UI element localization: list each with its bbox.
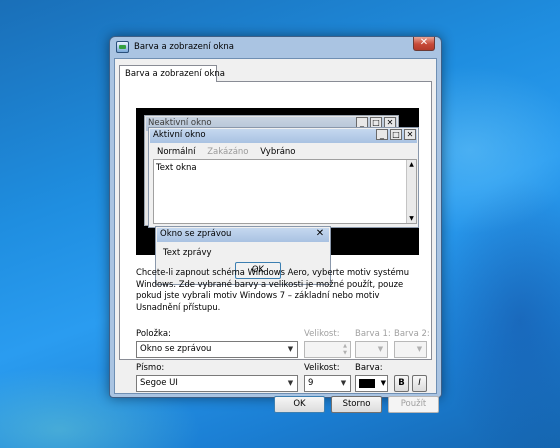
color-appearance-dialog: Barva a zobrazení okna ✕ Barva a zobraze… bbox=[109, 36, 442, 413]
font-select[interactable]: Segoe UI ▼ bbox=[136, 375, 298, 392]
font-size-value: 9 bbox=[308, 378, 314, 388]
item-color2-label: Barva 2: bbox=[394, 329, 430, 339]
font-color-swatch bbox=[359, 379, 375, 388]
item-select[interactable]: Okno se zprávou ▼ bbox=[136, 341, 298, 358]
menu-item-normal[interactable]: Normální bbox=[157, 147, 196, 157]
preview-scrollbar[interactable]: ▲ ▼ bbox=[406, 160, 416, 223]
item-color1-picker[interactable]: ▼ bbox=[355, 341, 388, 358]
font-size-select[interactable]: 9 ▼ bbox=[304, 375, 351, 392]
dialog-close-button[interactable]: ✕ bbox=[413, 37, 435, 51]
font-color-label: Barva: bbox=[355, 363, 383, 373]
tab-color-appearance[interactable]: Barva a zobrazení okna bbox=[119, 65, 225, 82]
chevron-down-icon: ▼ bbox=[340, 379, 347, 387]
preview-menubar: Normální Zakázáno Vybráno bbox=[157, 147, 305, 159]
dialog-titlebar[interactable]: Barva a zobrazení okna ✕ bbox=[110, 37, 441, 58]
menu-item-selected[interactable]: Vybráno bbox=[260, 147, 295, 157]
bold-button[interactable]: B bbox=[394, 375, 409, 392]
dialog-client-area: Barva a zobrazení okna Neaktivní okno _ … bbox=[114, 58, 439, 413]
chevron-down-icon: ▼ bbox=[287, 379, 294, 387]
font-size-label: Velikost: bbox=[304, 363, 340, 373]
item-color2-picker[interactable]: ▼ bbox=[394, 341, 427, 358]
spin-down-icon: ▼ bbox=[343, 350, 347, 356]
scroll-up-icon: ▲ bbox=[409, 161, 414, 168]
chevron-down-icon: ▼ bbox=[416, 345, 423, 353]
item-label: Položka: bbox=[136, 329, 171, 339]
item-select-value: Okno se zprávou bbox=[140, 344, 212, 354]
chevron-down-icon: ▼ bbox=[377, 345, 384, 353]
item-size-label: Velikost: bbox=[304, 329, 340, 339]
item-color1-label: Barva 1: bbox=[355, 329, 391, 339]
minimize-icon: _ bbox=[376, 129, 388, 140]
window-text-area[interactable]: Text okna ▲ ▼ bbox=[153, 159, 417, 224]
maximize-icon: □ bbox=[390, 129, 402, 140]
scroll-down-icon: ▼ bbox=[409, 215, 414, 222]
item-size-spinner[interactable]: ▲ ▼ bbox=[304, 341, 351, 358]
close-icon: ✕ bbox=[315, 228, 325, 239]
info-text: Chcete-li zapnout schéma Windows Aero, v… bbox=[136, 267, 410, 312]
font-label: Písmo: bbox=[136, 363, 165, 373]
window-text: Text okna bbox=[156, 163, 197, 173]
font-color-picker[interactable]: ▼ bbox=[355, 375, 388, 392]
close-icon: ✕ bbox=[404, 129, 416, 140]
menu-item-disabled[interactable]: Zakázáno bbox=[207, 147, 248, 157]
cancel-button[interactable]: Storno bbox=[331, 396, 382, 413]
chevron-down-icon: ▼ bbox=[287, 345, 294, 353]
chevron-down-icon: ▼ bbox=[380, 379, 386, 387]
font-select-value: Segoe UI bbox=[140, 378, 178, 388]
tab-panel: Neaktivní okno _ □ ✕ Aktivní okno _ □ ✕ … bbox=[119, 81, 432, 392]
preview-active-window[interactable]: Aktivní okno _ □ ✕ Normální Zakázáno Vyb… bbox=[148, 127, 419, 228]
apply-button[interactable]: Použít bbox=[388, 396, 439, 413]
dialog-title: Barva a zobrazení okna bbox=[134, 42, 235, 52]
message-text[interactable]: Text zprávy bbox=[163, 248, 212, 258]
message-box-title[interactable]: Okno se zprávou bbox=[157, 228, 329, 242]
italic-button[interactable]: I bbox=[412, 375, 427, 392]
window-color-icon bbox=[116, 41, 129, 53]
ok-button[interactable]: OK bbox=[274, 396, 325, 413]
